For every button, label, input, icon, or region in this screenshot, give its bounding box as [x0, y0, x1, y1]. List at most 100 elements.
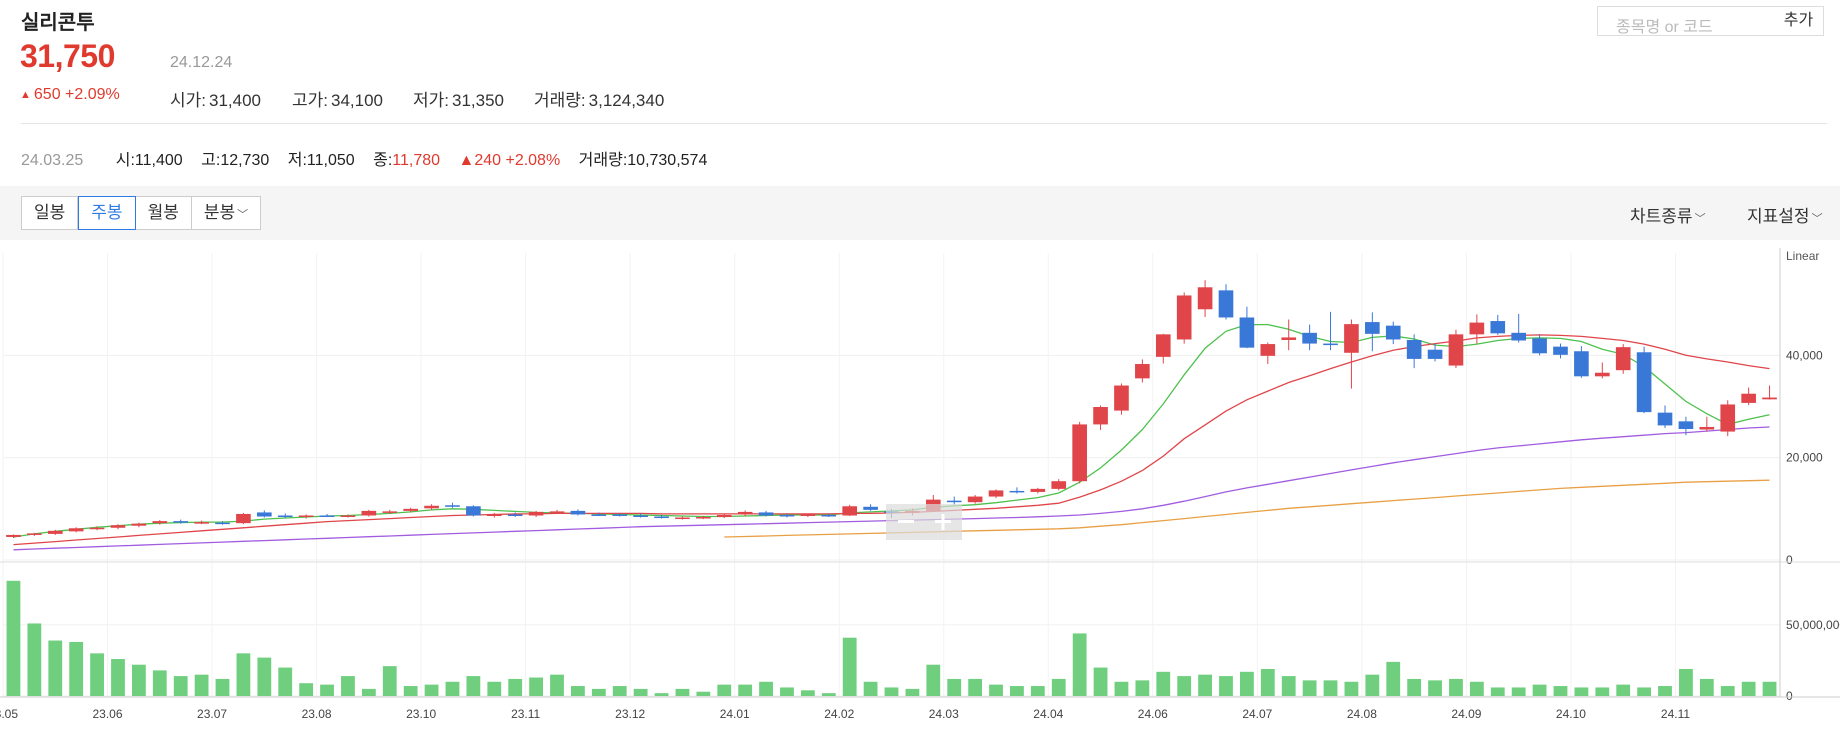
candle-body: [570, 510, 586, 515]
volume-bar: [947, 678, 962, 696]
time-tick-label: 23.06: [93, 707, 123, 721]
candle-body: [382, 511, 398, 513]
candle-body: [696, 517, 711, 519]
time-tick-label: 24.02: [824, 707, 854, 721]
candle-body: [1051, 481, 1067, 489]
volume-bar: [1720, 686, 1735, 696]
add-button[interactable]: 추가: [1774, 6, 1824, 36]
candle-body: [1615, 347, 1631, 371]
time-tick-label: 24.07: [1242, 707, 1272, 721]
volume-bar: [466, 676, 481, 696]
candle-body: [298, 515, 314, 517]
candle-body: [675, 517, 690, 520]
candle-body: [779, 514, 795, 517]
volume-bar: [1281, 676, 1296, 696]
candle-body: [1385, 325, 1401, 340]
volume-bar: [821, 693, 836, 696]
volume-bar: [27, 623, 42, 696]
candle-body: [1030, 488, 1046, 492]
volume-bar: [1469, 681, 1484, 696]
tab-daily[interactable]: 일봉: [22, 197, 79, 229]
time-tick-label: 23.05: [0, 707, 18, 721]
chevron-down-icon: ﹀: [1694, 213, 1706, 225]
chart-axes: 0 20,000 40,000 0 50,000,000 23.05 23.06 23.07 2…: [0, 248, 1840, 721]
candle-body: [842, 506, 858, 516]
hover-open-label: 시: [115, 152, 131, 169]
tab-monthly[interactable]: 월봉: [136, 197, 192, 229]
candle-body: [1072, 424, 1087, 482]
candle-body: [507, 514, 523, 516]
candle-body: [1260, 344, 1276, 356]
candle-body: [131, 523, 147, 526]
candle-body: [1699, 426, 1715, 430]
time-tick-label: 23.10: [406, 707, 436, 721]
volume-bar: [173, 676, 188, 696]
price-date: 24.12.24: [170, 54, 233, 71]
volume-bar: [131, 664, 146, 696]
chart-type-dropdown[interactable]: 차트종류 ﹀: [1630, 202, 1706, 227]
volume-bar: [1051, 678, 1066, 696]
candle-body: [1490, 321, 1506, 334]
candle-body: [633, 515, 648, 517]
volume-bars: [6, 580, 1777, 696]
volume-bar: [508, 678, 523, 696]
candle-body: [1155, 334, 1171, 357]
candle-body: [1009, 490, 1025, 493]
candle-body: [1114, 385, 1129, 411]
candle-body: [1741, 393, 1756, 403]
zoom-out-icon[interactable]: [898, 520, 914, 523]
volume-bar: [529, 677, 543, 696]
chart-grid: [2, 253, 1780, 697]
volume-bar: [257, 657, 272, 696]
volume-bar: [152, 670, 167, 696]
time-tick-label: 24.10: [1556, 707, 1586, 721]
volume-bar: [1407, 678, 1422, 696]
open-stat: 시가: 31,400: [170, 91, 262, 110]
volume-bar: [361, 688, 376, 696]
time-tick-label: 24.08: [1347, 707, 1377, 721]
volume-bar: [1553, 686, 1568, 696]
candle-body: [340, 515, 356, 517]
tab-minute[interactable]: 분봉 ﹀: [192, 197, 260, 229]
volume-bar: [905, 688, 920, 696]
candle-body: [277, 515, 293, 518]
indicator-settings-dropdown[interactable]: 지표설정 ﹀: [1747, 202, 1823, 227]
volume-bar: [717, 684, 732, 696]
open-value: 31,400: [209, 91, 262, 110]
candle-body: [1281, 337, 1297, 340]
volume-bar: [571, 686, 585, 696]
candle-body: [1176, 295, 1192, 340]
candle-body: [27, 533, 42, 535]
zoom-control[interactable]: [886, 504, 962, 540]
volume-bar: [675, 688, 690, 696]
stock-chart[interactable]: 0 20,000 40,000 0 50,000,000 23.05 23.06 23.07 2…: [0, 248, 1840, 730]
candle-body: [1448, 334, 1464, 366]
volume-bar: [863, 681, 878, 696]
candle-body: [47, 530, 63, 534]
candle-body: [445, 505, 460, 507]
candle-body: [424, 505, 439, 509]
volume-bar: [90, 653, 104, 696]
search-input[interactable]: 종목명 or 코드: [1597, 6, 1775, 36]
candle-body: [486, 513, 502, 516]
volume-bar: [278, 667, 293, 696]
volume-bar: [633, 688, 648, 696]
candle-body: [1302, 332, 1317, 344]
candle-body: [319, 515, 335, 517]
candle-body: [89, 527, 105, 530]
volume-bar: [236, 653, 251, 696]
volume-bar: [6, 580, 21, 696]
volume-bar: [1365, 674, 1380, 696]
hover-close: 11,780: [392, 152, 441, 169]
price-change: ▲ 650 +2.09%: [20, 86, 120, 104]
time-tick-label: 24.11: [1661, 707, 1690, 721]
candle-body: [361, 510, 377, 516]
candlestick-series: [6, 280, 1777, 538]
candle-body: [215, 522, 230, 525]
volume-bar: [69, 641, 84, 696]
open-label: 시가: [170, 91, 202, 110]
volume-bar: [696, 691, 711, 696]
time-tick-label: 23.11: [511, 707, 540, 721]
candle-body: [110, 525, 126, 528]
tab-weekly[interactable]: 주봉: [78, 196, 136, 230]
